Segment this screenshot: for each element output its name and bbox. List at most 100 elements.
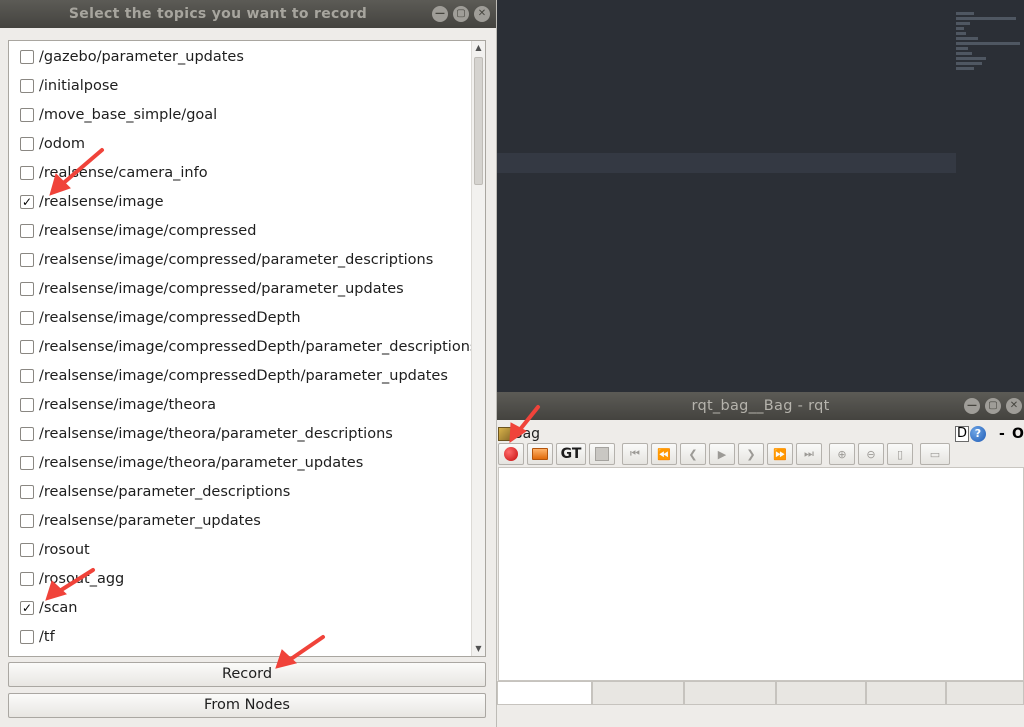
checkbox[interactable] xyxy=(20,513,34,528)
topic-row[interactable]: /rosout xyxy=(9,535,90,564)
topic-row[interactable]: /realsense/image/compressedDepth/paramet… xyxy=(9,361,448,390)
checkbox[interactable] xyxy=(20,339,34,354)
topic-row[interactable]: /realsense/image/compressedDepth xyxy=(9,303,301,332)
checkbox[interactable] xyxy=(20,252,34,267)
topic-row[interactable]: /realsense/image/compressed xyxy=(9,216,256,245)
checkbox[interactable] xyxy=(20,49,34,64)
topic-row[interactable]: /rosout_agg xyxy=(9,564,124,593)
minimize-icon[interactable]: — xyxy=(964,398,980,414)
rqt-bag-window: rqt_bag__Bag - rqt — ▢ ✕ Bag D ? - O GT … xyxy=(497,392,1024,727)
record-icon xyxy=(504,447,518,461)
checkbox[interactable] xyxy=(20,542,34,557)
topic-label: /realsense/parameter_updates xyxy=(39,512,261,529)
checkbox[interactable] xyxy=(20,629,34,644)
status-segment xyxy=(497,681,592,705)
vertical-scrollbar[interactable]: ▲ ▼ xyxy=(471,41,485,656)
checkbox[interactable] xyxy=(20,368,34,383)
topic-label: /initialpose xyxy=(39,77,119,94)
record-toolbar-button[interactable] xyxy=(498,443,524,465)
rqt-titlebar: rqt_bag__Bag - rqt — ▢ ✕ xyxy=(497,392,1024,420)
minimize-plugin-button[interactable]: - xyxy=(999,426,1005,442)
topic-row[interactable]: ✓ /scan xyxy=(9,593,78,622)
topic-label: /realsense/camera_info xyxy=(39,164,208,181)
help-icon[interactable]: ? xyxy=(970,426,986,442)
thumbnails-button[interactable]: ▭ xyxy=(920,443,950,465)
from-nodes-button[interactable]: From Nodes xyxy=(8,693,486,718)
topic-row[interactable]: /realsense/image/theora xyxy=(9,390,216,419)
topic-row[interactable]: /odom xyxy=(9,129,85,158)
maximize-icon[interactable]: ▢ xyxy=(453,6,469,22)
zoom-in-button[interactable]: ⊕ xyxy=(829,443,855,465)
close-plugin-button[interactable]: O xyxy=(1012,426,1024,442)
close-icon[interactable]: ✕ xyxy=(474,6,490,22)
topic-row[interactable]: /realsense/image/theora/parameter_descri… xyxy=(9,419,393,448)
checkbox[interactable] xyxy=(20,136,34,151)
topic-label: /realsense/image/compressed xyxy=(39,222,257,239)
checkbox[interactable] xyxy=(20,223,34,238)
checkbox-checked[interactable]: ✓ xyxy=(20,194,34,209)
record-button[interactable]: Record xyxy=(8,662,486,687)
status-segment xyxy=(946,681,1024,705)
desktop: Select the topics you want to record — ▢… xyxy=(0,0,1024,727)
status-segment xyxy=(684,681,776,705)
minimize-icon[interactable]: — xyxy=(432,6,448,22)
rewind-button[interactable]: ⏪ xyxy=(651,443,677,465)
topic-label: /realsense/image xyxy=(39,193,164,210)
checkbox[interactable] xyxy=(20,484,34,499)
dialog-titlebar: Select the topics you want to record — ▢… xyxy=(0,0,496,28)
checkbox[interactable] xyxy=(20,455,34,470)
fast-forward-button[interactable]: ⏩ xyxy=(767,443,793,465)
checkbox[interactable] xyxy=(20,78,34,93)
save-bag-button[interactable] xyxy=(589,443,615,465)
topic-row[interactable]: /realsense/image/compressedDepth/paramet… xyxy=(9,332,477,361)
scroll-down-icon[interactable]: ▼ xyxy=(472,642,485,656)
topic-label: /scan xyxy=(39,599,78,616)
checkbox[interactable] xyxy=(20,571,34,586)
topic-row[interactable]: /gazebo/parameter_updates xyxy=(9,42,244,71)
topic-row[interactable]: /tf xyxy=(9,622,55,651)
topic-row[interactable]: /realsense/camera_info xyxy=(9,158,208,187)
step-back-button[interactable]: ❮ xyxy=(680,443,706,465)
editor-minimap xyxy=(956,10,1024,80)
status-segment xyxy=(866,681,946,705)
topic-label: /realsense/image/compressedDepth/paramet… xyxy=(39,338,478,355)
dock-toggle-button[interactable]: D xyxy=(955,426,969,442)
begin-button[interactable]: ⏮ xyxy=(622,443,648,465)
scroll-up-icon[interactable]: ▲ xyxy=(472,41,485,55)
bag-toolbar: GT ⏮ ⏪ ❮ ▶ ❯ ⏩ ⏭ ⊕ ⊖ ▯ ▭ xyxy=(498,443,953,467)
topic-label: /tf xyxy=(39,628,55,645)
folder-icon xyxy=(532,448,548,460)
topic-row[interactable]: /realsense/image/compressed/parameter_de… xyxy=(9,245,433,274)
maximize-icon[interactable]: ▢ xyxy=(985,398,1001,414)
checkbox[interactable] xyxy=(20,165,34,180)
checkbox[interactable] xyxy=(20,426,34,441)
play-icon: ▶ xyxy=(717,447,727,461)
zoom-reset-button[interactable]: ▯ xyxy=(887,443,913,465)
topic-label: /realsense/image/theora xyxy=(39,396,216,413)
bag-timeline[interactable] xyxy=(498,467,1024,681)
checkbox-checked[interactable]: ✓ xyxy=(20,600,34,615)
topic-row[interactable]: /move_base_simple/goal xyxy=(9,100,217,129)
topic-list[interactable]: /gazebo/parameter_updates/initialpose/mo… xyxy=(8,40,486,657)
topic-row[interactable]: /realsense/parameter_descriptions xyxy=(9,477,290,506)
topic-row[interactable]: /initialpose xyxy=(9,71,118,100)
status-segment xyxy=(592,681,684,705)
checkbox[interactable] xyxy=(20,107,34,122)
open-bag-button[interactable] xyxy=(527,443,553,465)
checkbox[interactable] xyxy=(20,397,34,412)
play-button[interactable]: ▶ xyxy=(709,443,735,465)
bag-plugin-icon xyxy=(498,427,512,441)
topic-label: /odom xyxy=(39,135,85,152)
checkbox[interactable] xyxy=(20,281,34,296)
topic-row[interactable]: /realsense/image/compressed/parameter_up… xyxy=(9,274,404,303)
end-button[interactable]: ⏭ xyxy=(796,443,822,465)
topic-row[interactable]: /realsense/parameter_updates xyxy=(9,506,261,535)
goto-time-button[interactable]: GT xyxy=(556,443,586,465)
scrollbar-thumb[interactable] xyxy=(474,57,483,185)
checkbox[interactable] xyxy=(20,310,34,325)
step-forward-button[interactable]: ❯ xyxy=(738,443,764,465)
topic-row[interactable]: /realsense/image/theora/parameter_update… xyxy=(9,448,363,477)
close-icon[interactable]: ✕ xyxy=(1006,398,1022,414)
topic-row[interactable]: ✓ /realsense/image xyxy=(9,187,164,216)
zoom-out-button[interactable]: ⊖ xyxy=(858,443,884,465)
